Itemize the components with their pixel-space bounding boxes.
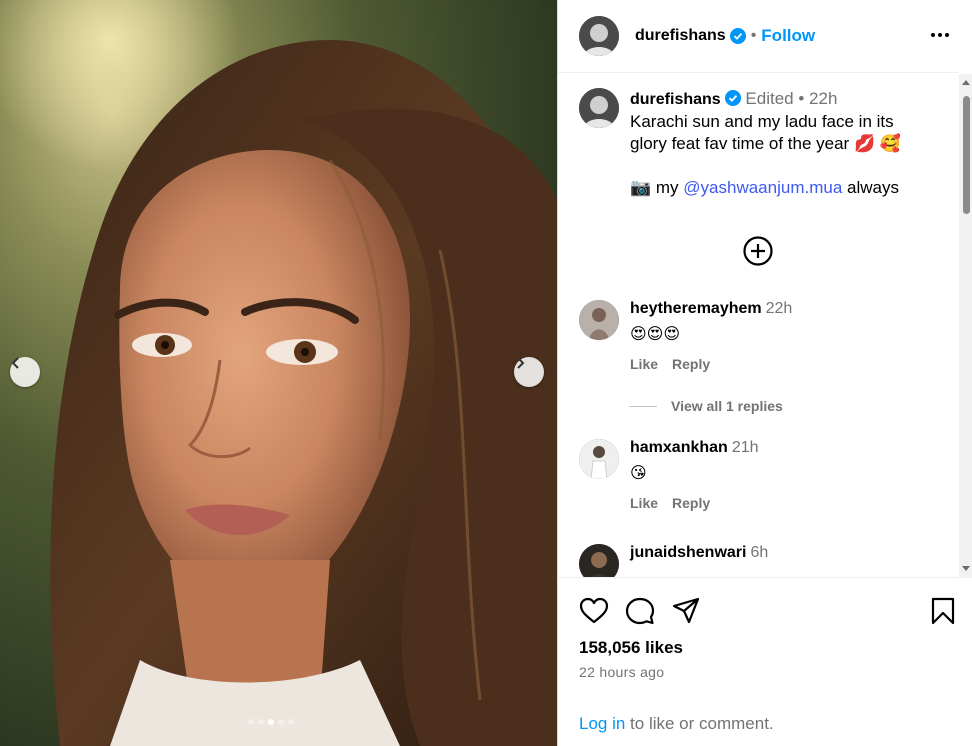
caption-text-line-1: Karachi sun and my ladu face in its xyxy=(630,112,894,131)
caption-text-line-2: glory feat fav time of the year 💋 🥰 xyxy=(630,134,901,153)
post-sidebar: durefishans • Follow durefishans Edited … xyxy=(557,0,972,746)
comment-icon[interactable] xyxy=(625,596,655,626)
caption-credit-prefix: 📷 my xyxy=(630,178,684,197)
caption-edited-label: Edited • xyxy=(745,89,805,108)
header-separator: • xyxy=(750,27,757,44)
comment-timestamp: 6h xyxy=(750,544,769,561)
comments-scroll-area[interactable]: durefishans Edited • 22h Karachi sun and… xyxy=(558,74,959,577)
likes-count[interactable]: 158,056 likes xyxy=(579,638,683,658)
verified-badge-icon xyxy=(729,28,746,44)
author-avatar[interactable] xyxy=(579,16,619,56)
share-icon[interactable] xyxy=(671,596,701,626)
carousel-prev-button[interactable] xyxy=(10,357,40,387)
caption-avatar[interactable] xyxy=(579,88,619,128)
carousel-dot xyxy=(268,719,274,725)
load-more-comments-icon[interactable] xyxy=(742,235,774,267)
caption-username[interactable]: durefishans xyxy=(630,91,721,108)
carousel-dot xyxy=(288,719,294,725)
carousel-next-button[interactable] xyxy=(514,357,544,387)
comment-like-button[interactable]: Like xyxy=(630,495,658,511)
comment-reply-button[interactable]: Reply xyxy=(672,356,710,372)
commenter-username[interactable]: heytheremayhem xyxy=(630,300,762,317)
comment-timestamp: 22h xyxy=(765,300,793,317)
replies-divider xyxy=(629,405,657,407)
commenter-username[interactable]: hamxankhan xyxy=(630,439,728,456)
view-replies-link[interactable]: View all 1 replies xyxy=(629,398,783,414)
chevron-left-icon xyxy=(11,357,19,369)
author-username[interactable]: durefishans xyxy=(635,27,726,45)
post-timestamp: 22 hours ago xyxy=(579,664,665,680)
carousel-dot xyxy=(248,719,254,725)
caption-credit-suffix: always xyxy=(842,178,899,197)
post-footer: 158,056 likes 22 hours ago Log in to lik… xyxy=(558,577,972,746)
post-caption: durefishans Edited • 22h Karachi sun and… xyxy=(579,88,930,199)
chevron-right-icon xyxy=(517,357,525,369)
comments-scrollbar[interactable] xyxy=(959,74,972,577)
commenter-avatar[interactable] xyxy=(579,300,619,340)
more-options-icon[interactable] xyxy=(931,27,953,43)
commenter-avatar[interactable] xyxy=(579,439,619,479)
post-actions xyxy=(579,596,701,626)
comment-reply-button[interactable]: Reply xyxy=(672,495,710,511)
portrait-image xyxy=(0,0,557,746)
post-header: durefishans • Follow xyxy=(558,0,959,73)
carousel-dot xyxy=(258,719,264,725)
caption-timestamp: 22h xyxy=(809,89,838,108)
commenter-avatar[interactable] xyxy=(579,544,619,577)
login-link[interactable]: Log in xyxy=(579,714,625,733)
comment-text: 😘 xyxy=(630,465,647,482)
caption-mention-link[interactable]: @yashwaanjum.mua xyxy=(683,178,842,197)
verified-badge-icon xyxy=(724,90,741,106)
comment-text: 😍😍😍 xyxy=(630,326,681,343)
follow-button[interactable]: Follow xyxy=(761,26,815,46)
commenter-username[interactable]: junaidshenwari xyxy=(630,544,746,561)
bookmark-icon[interactable] xyxy=(928,596,958,626)
caption-credit-line: 📷 my @yashwaanjum.mua always xyxy=(630,177,930,199)
login-prompt: Log in to like or comment. xyxy=(579,714,774,734)
comment-like-button[interactable]: Like xyxy=(630,356,658,372)
comment-item: junaidshenwari 6h xyxy=(579,544,768,577)
heart-icon[interactable] xyxy=(579,596,609,626)
comment-item: hamxankhan 21h 😘 Like Reply xyxy=(579,439,759,511)
carousel-dot xyxy=(278,719,284,725)
view-replies-label[interactable]: View all 1 replies xyxy=(671,398,783,414)
comment-timestamp: 21h xyxy=(731,439,759,456)
carousel-indicator xyxy=(248,719,294,725)
login-prompt-text: to like or comment. xyxy=(625,714,774,733)
comment-item: heytheremayhem 22h 😍😍😍 Like Reply xyxy=(579,300,792,372)
post-photo[interactable] xyxy=(0,0,557,746)
